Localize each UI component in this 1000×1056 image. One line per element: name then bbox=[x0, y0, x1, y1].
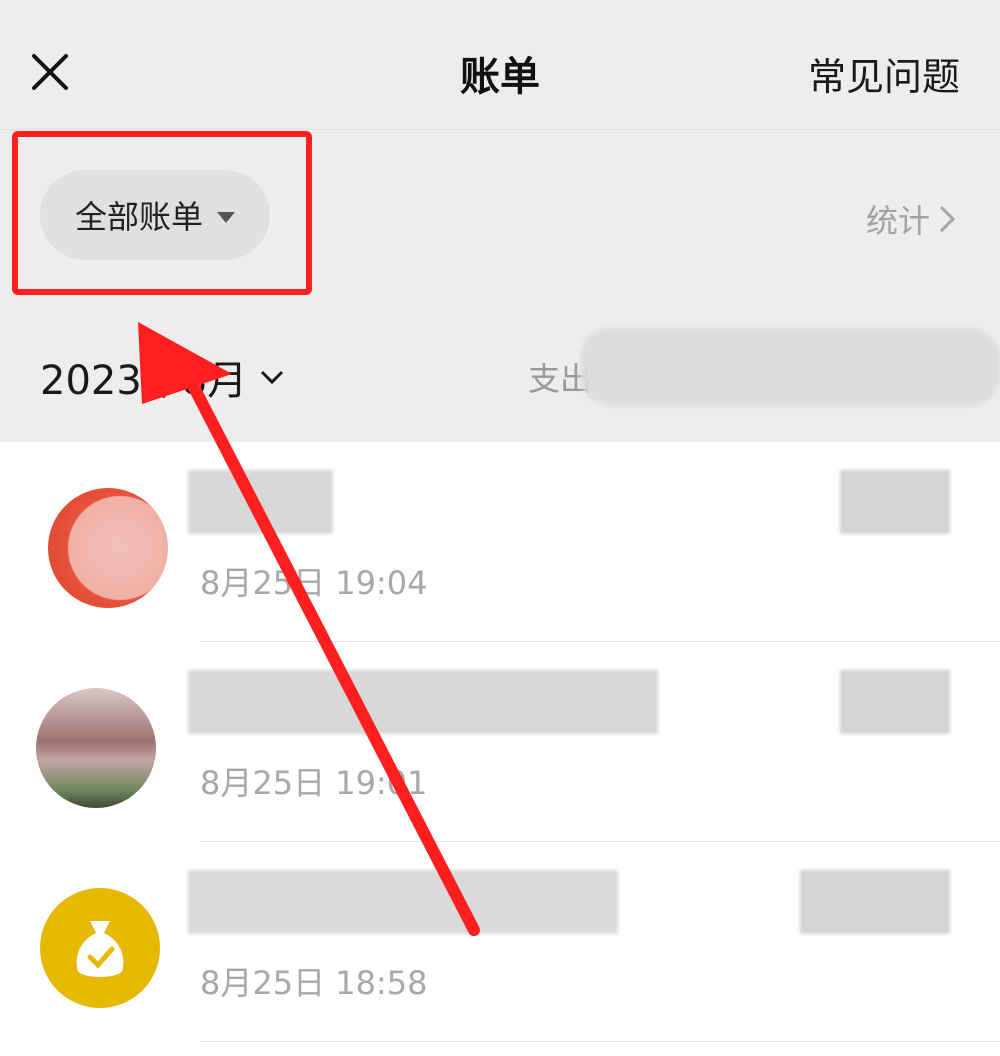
merchant-name-redacted bbox=[188, 470, 333, 534]
divider bbox=[200, 1041, 1000, 1042]
annotation-highlight-box bbox=[12, 131, 312, 295]
transaction-time: 8月25日 19:01 bbox=[200, 764, 428, 802]
stats-link[interactable]: 统计 bbox=[866, 196, 956, 242]
transaction-row[interactable]: 8月25日 19:01 bbox=[0, 642, 1000, 842]
merchant-name-redacted bbox=[188, 870, 618, 934]
chevron-down-icon bbox=[261, 370, 284, 385]
avatar bbox=[48, 488, 168, 608]
avatar bbox=[40, 888, 160, 1008]
transaction-time: 8月25日 19:04 bbox=[200, 564, 428, 602]
month-selector[interactable]: 2023年8月 bbox=[40, 348, 285, 406]
amount-redacted bbox=[800, 870, 950, 934]
amount-redacted bbox=[840, 670, 950, 734]
top-nav-bar: 账单 常见问题 bbox=[0, 0, 1000, 130]
transaction-row[interactable]: 8月25日 19:04 bbox=[0, 442, 1000, 642]
merchant-name-redacted bbox=[188, 670, 658, 734]
transaction-row[interactable]: 8月25日 18:58 bbox=[0, 842, 1000, 1042]
month-bar: 2023年8月 支出 bbox=[0, 302, 1000, 442]
summary-redacted bbox=[580, 328, 1000, 406]
month-label: 2023年8月 bbox=[40, 358, 248, 404]
transaction-time: 8月25日 18:58 bbox=[200, 964, 428, 1002]
chevron-right-icon bbox=[939, 205, 956, 233]
amount-redacted bbox=[840, 470, 950, 534]
avatar bbox=[36, 688, 156, 808]
stats-label: 统计 bbox=[865, 202, 930, 240]
money-bag-icon bbox=[76, 921, 124, 977]
faq-link[interactable]: 常见问题 bbox=[808, 46, 960, 101]
